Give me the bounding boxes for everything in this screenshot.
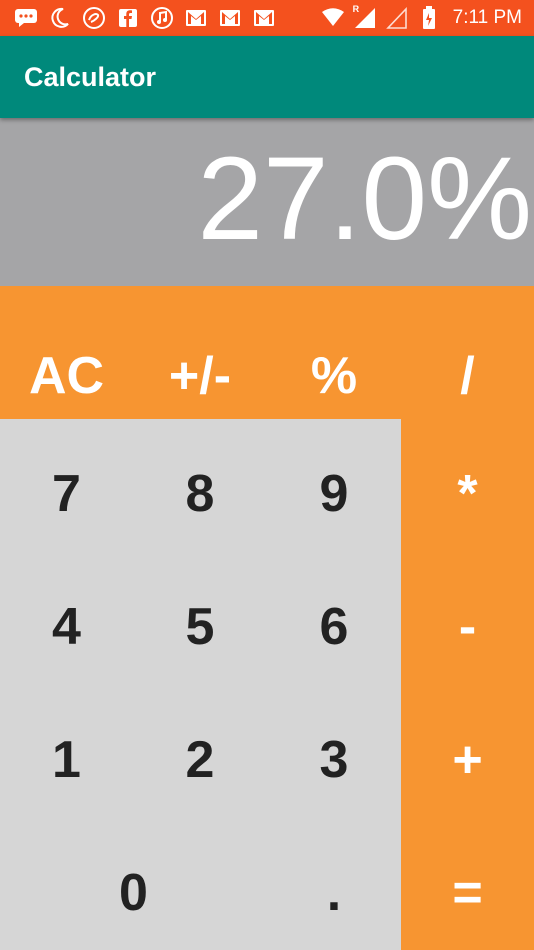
digit-0-button[interactable]: 0 (0, 843, 267, 943)
divide-button[interactable]: / (401, 306, 534, 446)
equals-button[interactable]: = (401, 843, 534, 943)
digit-8-button[interactable]: 8 (133, 444, 267, 544)
operator-column: * - + = (401, 419, 534, 950)
digit-4-button[interactable]: 4 (0, 577, 133, 677)
status-bar: R 7:11 PM (0, 0, 534, 36)
number-pad: 7 8 9 4 5 6 1 2 3 0 . (0, 419, 401, 950)
keypad: AC +/- % 7 8 9 4 5 6 1 2 3 0 . / * - + = (0, 286, 534, 950)
status-clock: 7:11 PM (452, 7, 522, 28)
app-title: Calculator (24, 62, 157, 92)
add-button[interactable]: + (401, 710, 534, 810)
airtel-icon (82, 7, 106, 29)
facebook-icon (116, 7, 140, 29)
notification-icons (0, 7, 276, 29)
digit-3-button[interactable]: 3 (267, 710, 401, 810)
digit-9-button[interactable]: 9 (267, 444, 401, 544)
digit-6-button[interactable]: 6 (267, 577, 401, 677)
signal-icon: R (352, 4, 377, 29)
decimal-point-button[interactable]: . (267, 843, 401, 943)
system-icons: R 7:11 PM (321, 4, 534, 29)
gmail-icon (184, 7, 208, 29)
signal-empty-icon (385, 7, 409, 29)
digit-5-button[interactable]: 5 (133, 577, 267, 677)
moon-icon (48, 7, 72, 29)
digit-1-button[interactable]: 1 (0, 710, 133, 810)
wifi-icon (321, 7, 345, 29)
battery-charging-icon (417, 6, 441, 29)
multiply-button[interactable]: * (401, 444, 534, 544)
digit-2-button[interactable]: 2 (133, 710, 267, 810)
gmail-icon (218, 7, 242, 29)
result-display: 27.0% (0, 118, 534, 286)
display-value: 27.0% (197, 133, 532, 265)
gmail-icon (252, 7, 276, 29)
music-icon (150, 7, 174, 29)
subtract-button[interactable]: - (401, 577, 534, 677)
digit-7-button[interactable]: 7 (0, 444, 133, 544)
message-icon (14, 7, 38, 29)
signal-roaming-label: R (352, 4, 360, 14)
app-bar: Calculator (0, 36, 534, 118)
